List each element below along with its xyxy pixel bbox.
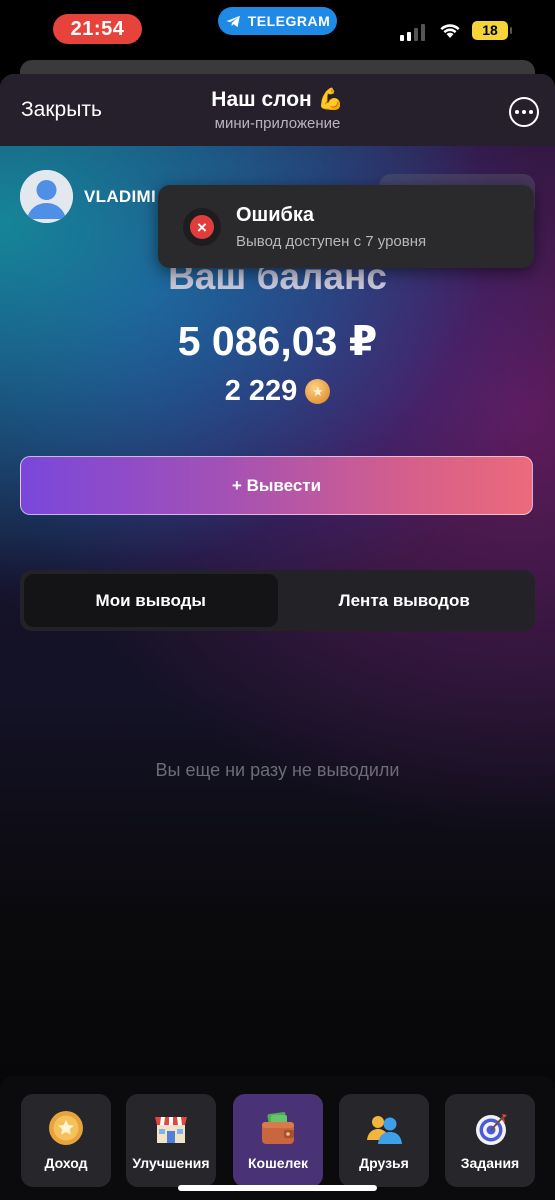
username: VLADIMI bbox=[84, 187, 156, 206]
toast-message: Вывод доступен с 7 уровня bbox=[236, 233, 427, 250]
app-title: Наш слон 💪 bbox=[211, 88, 344, 111]
status-time: 21:54 bbox=[53, 14, 142, 44]
telegram-pill[interactable]: TELEGRAM bbox=[218, 7, 337, 35]
mini-app-window: Закрыть Наш слон 💪 мини-приложение VLADI… bbox=[0, 74, 555, 1200]
signal-icon bbox=[400, 23, 425, 41]
bottom-nav: Доход Улучшения Кошелек Друзья Задания bbox=[0, 1076, 555, 1200]
telegram-label: TELEGRAM bbox=[247, 13, 331, 29]
app-header: Закрыть Наш слон 💪 мини-приложение bbox=[0, 74, 555, 146]
nav-item-tasks[interactable]: Задания bbox=[445, 1094, 535, 1187]
wifi-icon bbox=[440, 24, 460, 38]
friends-icon bbox=[365, 1109, 403, 1147]
balance-amount: 5 086,03 ₽ bbox=[177, 318, 378, 364]
tab-withdrawals-feed[interactable]: Лента выводов bbox=[278, 574, 532, 627]
nav-label-wallet: Кошелек bbox=[247, 1155, 309, 1171]
battery-indicator: 18 bbox=[472, 21, 512, 40]
error-x-icon: × bbox=[183, 208, 221, 246]
nav-label-tasks: Задания bbox=[460, 1155, 520, 1171]
withdrawals-tabs: Мои выводы Лента выводов bbox=[20, 570, 535, 631]
avatar[interactable] bbox=[20, 170, 73, 223]
wallet-icon bbox=[259, 1109, 297, 1147]
nav-item-friends[interactable]: Друзья bbox=[339, 1094, 429, 1187]
target-icon bbox=[471, 1109, 509, 1147]
user-avatar-icon bbox=[20, 170, 73, 223]
error-toast[interactable]: × Ошибка Вывод доступен с 7 уровня bbox=[158, 185, 534, 268]
nav-label-income: Доход bbox=[44, 1155, 88, 1171]
nav-item-income[interactable]: Доход bbox=[21, 1094, 111, 1187]
shop-icon bbox=[152, 1109, 190, 1147]
status-bar: 21:54 TELEGRAM 18 bbox=[0, 0, 555, 62]
withdraw-button[interactable]: + Вывести bbox=[20, 456, 533, 515]
toast-title: Ошибка bbox=[236, 204, 315, 226]
nav-label-upgrades: Улучшения bbox=[132, 1155, 210, 1171]
app-subtitle: мини-приложение bbox=[214, 115, 341, 132]
empty-state-text: Вы еще ни разу не выводили bbox=[155, 760, 400, 780]
nav-label-friends: Друзья bbox=[359, 1155, 409, 1171]
telegram-icon bbox=[226, 15, 240, 27]
home-indicator[interactable] bbox=[178, 1185, 377, 1191]
coin-icon bbox=[47, 1109, 85, 1147]
coin-icon bbox=[305, 379, 331, 404]
nav-item-wallet[interactable]: Кошелек bbox=[233, 1094, 323, 1187]
coins-amount: 2 229 bbox=[224, 375, 298, 407]
tab-my-withdrawals[interactable]: Мои выводы bbox=[24, 574, 278, 627]
nav-item-upgrades[interactable]: Улучшения bbox=[126, 1094, 216, 1187]
more-options-icon[interactable] bbox=[509, 97, 539, 127]
coins-row: 2 229 bbox=[0, 375, 555, 408]
